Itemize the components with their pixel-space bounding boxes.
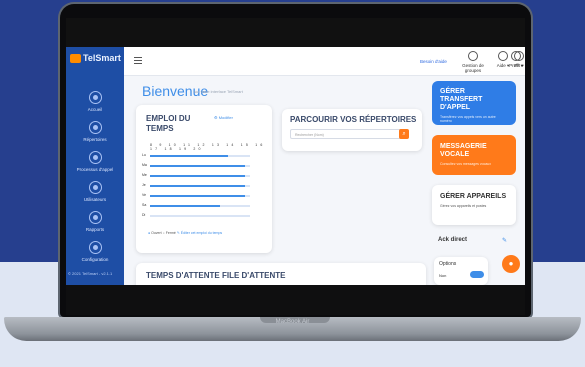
sidebar-item-settings[interactable]: Configuration [66,241,124,262]
sidebar-item-contacts[interactable]: Répertoires [66,121,124,142]
schedule-row [150,215,250,217]
topbar-item-label: Gestion de groupes [462,63,484,73]
schedule-open-bar [150,185,245,187]
edit-icon[interactable]: ✎ [502,237,507,244]
hour-tick: 13 [211,143,227,147]
schedule-legend: ● Ouvert ● Fermé ✎ Éditer cet emploi du … [148,231,223,235]
schedule-edit-button[interactable]: ⚙ Modifier [214,115,233,120]
hour-tick: 16 [255,143,266,147]
wait-card: TEMPS D'ATTENTE FILE D'ATTENTE [136,263,426,285]
top-bar: Besoin d'aide Gestion de groupes Aide ▾ … [124,47,525,76]
schedule-row [150,205,250,207]
day-label: Je [142,183,146,187]
schedule-open-bar [150,165,245,167]
schedule-row [150,155,250,157]
day-label: Ma [142,163,147,167]
chat-icon: ● [508,259,514,268]
sidebar-item-home[interactable]: Accueil [66,91,124,112]
hour-tick: 14 [226,143,241,147]
logo-text: TelSmart [83,53,121,63]
schedule-card: EMPLOI DU TEMPS ⚙ Modifier 8 9 10 11 12 … [136,105,272,253]
direct-label: Ack direct [438,237,468,243]
day-label: Di [142,213,146,217]
topbar-profile-button[interactable]: Profil ▾ [508,51,524,69]
sidebar-item-reports[interactable]: Rapports [66,211,124,232]
hour-tick: 18 [164,147,179,151]
profile-icon [511,51,521,61]
help-icon [498,51,508,61]
schedule-row [150,195,250,197]
home-icon [88,91,102,104]
sidebar-item-label: Utilisateurs [83,197,107,202]
hour-tick: 20 [193,147,204,151]
screen-bezel-top [66,18,525,47]
devices-tile[interactable]: GÉRER APPAREILS Gérez vos appareils et p… [432,185,516,225]
sidebar-item-label: Répertoires [83,137,107,142]
day-label: Sa [142,203,147,207]
options-toggle[interactable] [470,271,484,278]
version-text: © 2021 TelSmart - v2.1.1 [68,271,113,276]
hour-tick: 17 [150,147,165,151]
topbar-group-button[interactable]: Gestion de groupes [460,51,486,73]
chat-button[interactable]: ● [502,255,520,273]
sidebar-item-users[interactable]: Utilisateurs [66,181,124,202]
schedule-row [150,165,250,167]
schedule-open-bar [150,175,245,177]
browse-card: PARCOURIR VOS RÉPERTOIRES Rechercher (No… [282,109,422,151]
logo-icon [70,53,81,63]
browse-title: PARCOURIR VOS RÉPERTOIRES [290,115,417,124]
contacts-icon [88,121,102,134]
group-icon [468,51,478,61]
call-transfer-tile[interactable]: GÉRER TRANSFERT D'APPEL Transférez vos a… [432,81,516,125]
report-icon [88,211,102,224]
edit-schedule-link[interactable]: ✎ Éditer cet emploi du temps [177,231,222,235]
voicemail-tile[interactable]: MESSAGERIE VOCALE Consultez vos messages… [432,135,516,175]
sidebar-item-label: Processus d'appel [76,167,114,172]
day-label: Ve [142,193,147,197]
schedule-row [150,185,250,187]
hour-ticks: 8 9 10 11 12 13 14 15 16 17 18 19 20 [150,143,272,151]
topbar-item-label: Profil ▾ [509,63,523,68]
search-button[interactable]: ⌕ [399,129,409,139]
sidebar: TelSmart Accueil Répertoires Processus d… [66,47,124,285]
flow-icon [88,151,102,164]
sidebar-item-label: Configuration [81,257,109,262]
schedule-open-bar [150,205,220,207]
help-link[interactable]: Besoin d'aide [420,59,447,64]
schedule-title: EMPLOI DU TEMPS [146,114,191,133]
settings-icon [88,241,102,254]
hour-tick: 15 [240,143,256,147]
schedule-row [150,175,250,177]
screen-bezel-bottom [66,285,525,315]
sidebar-item-flow[interactable]: Processus d'appel [66,151,124,172]
menu-icon[interactable] [134,57,142,64]
day-label: Me [142,173,147,177]
app-screen: TelSmart Accueil Répertoires Processus d… [66,47,525,285]
day-label: Lu [142,153,146,157]
sidebar-item-label: Accueil [87,107,103,112]
users-icon [88,181,102,194]
schedule-open-bar [150,155,228,157]
page-subtitle: sur votre interface TelSmart [194,89,243,94]
search-icon: ⌕ [402,131,406,137]
laptop-brand-label: MacBook Air [275,319,310,325]
schedule-open-bar [150,195,245,197]
app-logo[interactable]: TelSmart [70,53,121,63]
wait-title: TEMPS D'ATTENTE FILE D'ATTENTE [146,271,286,280]
sidebar-item-label: Rapports [85,227,105,232]
directory-search-input[interactable]: Rechercher (Nom) [290,129,408,139]
hour-tick: 19 [178,147,194,151]
options-card: Options Non [434,257,488,285]
